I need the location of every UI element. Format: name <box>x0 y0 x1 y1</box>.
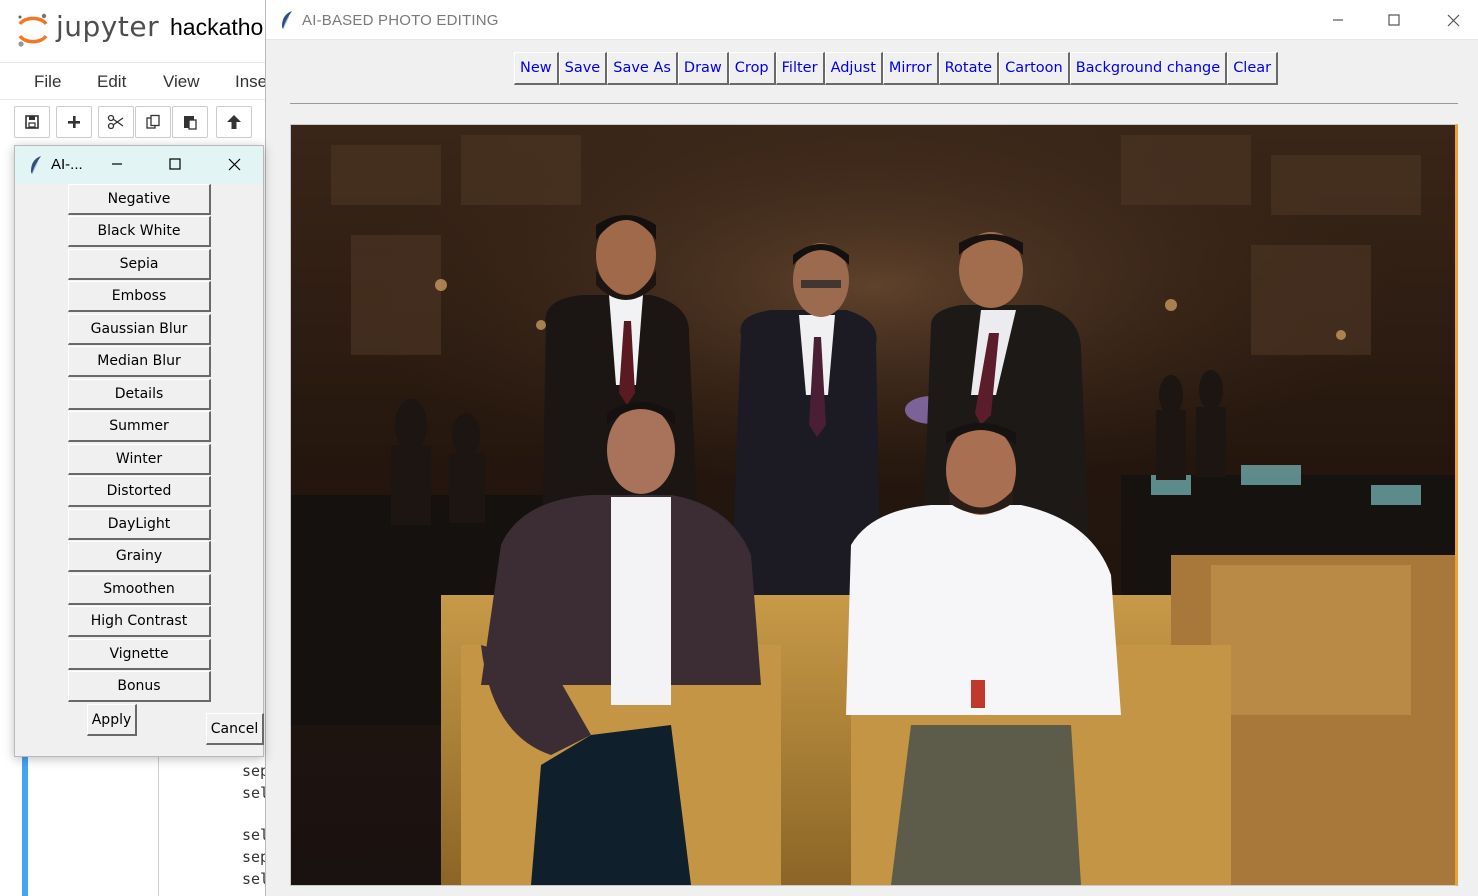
distorted-filter-button[interactable]: Distorted <box>68 476 211 507</box>
jupyter-menubar: File Edit View Inse <box>0 62 270 100</box>
apply-button[interactable]: Apply <box>87 704 137 736</box>
editor-toolbar: New Save Save As Draw Crop Filter Adjust… <box>514 52 1279 85</box>
save-button[interactable]: Save <box>558 52 608 85</box>
crop-button[interactable]: Crop <box>728 52 776 85</box>
copy-icon[interactable] <box>135 106 171 138</box>
paste-icon[interactable] <box>172 106 208 138</box>
plus-icon[interactable] <box>56 106 92 138</box>
code-cell-selection-bar <box>22 756 28 896</box>
jupyter-logo-text: jupyter <box>56 10 160 43</box>
clear-button[interactable]: Clear <box>1227 52 1279 85</box>
feather-icon <box>31 156 41 175</box>
close-icon[interactable] <box>1443 10 1463 30</box>
save-as-button[interactable]: Save As <box>607 52 678 85</box>
photo-editing-window: AI-BASED PHOTO EDITING New Save Save As … <box>265 0 1478 896</box>
jupyter-logo-icon <box>18 13 48 47</box>
main-titlebar[interactable]: AI-BASED PHOTO EDITING <box>266 0 1478 40</box>
menu-edit[interactable]: Edit <box>97 72 126 92</box>
menu-file[interactable]: File <box>34 72 61 92</box>
menu-view[interactable]: View <box>163 72 200 92</box>
filter-button[interactable]: Filter <box>775 52 825 85</box>
adjust-button[interactable]: Adjust <box>824 52 883 85</box>
window-title: AI-BASED PHOTO EDITING <box>302 12 499 29</box>
feather-icon <box>282 11 292 30</box>
filter-titlebar[interactable]: AI-... <box>15 146 263 184</box>
daylight-filter-button[interactable]: DayLight <box>68 509 211 540</box>
maximize-icon[interactable] <box>1384 10 1404 30</box>
draw-button[interactable]: Draw <box>677 52 729 85</box>
filter-window-title: AI-... <box>51 156 83 173</box>
median-blur-filter-button[interactable]: Median Blur <box>68 346 211 377</box>
toolbar-separator <box>290 103 1458 104</box>
rotate-button[interactable]: Rotate <box>938 52 1000 85</box>
sepia-filter-button[interactable]: Sepia <box>68 249 211 280</box>
filter-dialog: AI-... Negative Black White Sepia Emboss… <box>14 145 264 757</box>
bonus-filter-button[interactable]: Bonus <box>68 671 211 702</box>
black-white-filter-button[interactable]: Black White <box>68 216 211 247</box>
smoothen-filter-button[interactable]: Smoothen <box>68 574 211 605</box>
emboss-filter-button[interactable]: Emboss <box>68 281 211 312</box>
code-cell[interactable]: sep sel sel sep sel <box>22 756 272 896</box>
notebook-name[interactable]: hackatho <box>170 14 263 41</box>
close-icon[interactable] <box>224 154 244 174</box>
details-filter-button[interactable]: Details <box>68 379 211 410</box>
mirror-button[interactable]: Mirror <box>882 52 939 85</box>
scissors-icon[interactable] <box>98 106 134 138</box>
code-cell-prompt-divider <box>158 756 159 896</box>
cancel-button[interactable]: Cancel <box>206 713 264 745</box>
new-button[interactable]: New <box>514 52 559 85</box>
winter-filter-button[interactable]: Winter <box>68 444 211 475</box>
summer-filter-button[interactable]: Summer <box>68 411 211 442</box>
vignette-filter-button[interactable]: Vignette <box>68 639 211 670</box>
arrow-up-icon[interactable] <box>216 106 252 138</box>
background-change-button[interactable]: Background change <box>1069 52 1228 85</box>
group-photo-image <box>291 125 1455 885</box>
cartoon-button[interactable]: Cartoon <box>999 52 1070 85</box>
jupyter-toolbar <box>0 104 270 140</box>
maximize-icon[interactable] <box>165 154 185 174</box>
menu-insert[interactable]: Inse <box>235 72 267 92</box>
gaussian-blur-filter-button[interactable]: Gaussian Blur <box>68 314 211 345</box>
negative-filter-button[interactable]: Negative <box>68 184 211 215</box>
save-icon[interactable] <box>14 106 50 138</box>
photo-canvas[interactable] <box>290 124 1458 886</box>
minimize-icon[interactable] <box>107 154 127 174</box>
minimize-icon[interactable] <box>1328 10 1348 30</box>
high-contrast-filter-button[interactable]: High Contrast <box>68 606 211 637</box>
grainy-filter-button[interactable]: Grainy <box>68 541 211 572</box>
